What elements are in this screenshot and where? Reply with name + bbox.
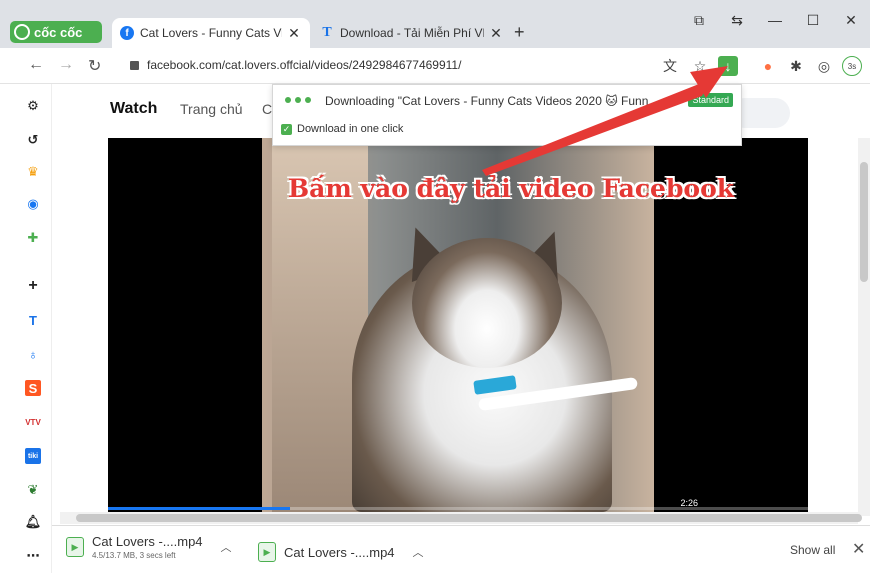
address-bar[interactable]: facebook.com/cat.lovers.offcial/videos/2…: [130, 58, 461, 72]
video-file-icon: ▶: [66, 537, 84, 557]
reload-button[interactable]: ↻: [88, 56, 101, 76]
address-toolbar: ← → ↻ facebook.com/cat.lovers.offcial/vi…: [0, 48, 870, 84]
horizontal-scrollbar[interactable]: [60, 512, 862, 524]
watch-title[interactable]: Watch: [110, 100, 157, 118]
home-link[interactable]: Trang chủ: [180, 101, 243, 117]
coccoc-logo-icon: [14, 24, 30, 40]
coccoc-menu-button[interactable]: cốc cốc: [10, 21, 102, 43]
cat-face: [412, 238, 562, 368]
download-site-icon: T: [322, 25, 332, 40]
vtv-icon[interactable]: VTV: [25, 414, 41, 430]
tab-cat-lovers[interactable]: f Cat Lovers - Funny Cats Vide ✕: [112, 18, 310, 48]
checkbox-icon: ✓: [281, 123, 292, 135]
one-click-checkbox[interactable]: ✓ Download in one click: [281, 123, 403, 135]
tiki-icon[interactable]: tiki: [25, 448, 41, 464]
video-file-icon: ▶: [258, 542, 276, 562]
extension-icon[interactable]: ●: [758, 56, 778, 76]
tab-close-icon[interactable]: ✕: [286, 25, 302, 42]
annotation-text: Bấm vào đây tải video Facebook: [288, 174, 735, 203]
lock-icon: [130, 60, 139, 70]
shopee-icon[interactable]: S: [25, 380, 41, 396]
video-progress-fill: [108, 507, 290, 510]
tab-download[interactable]: T Download - Tải Miễn Phí VN ✕: [312, 18, 512, 48]
location-icon[interactable]: ♁: [25, 346, 41, 362]
download-name: Cat Lovers -....mp4: [92, 534, 203, 549]
close-window-button[interactable]: ✕: [832, 12, 870, 29]
tab-label: Cat Lovers - Funny Cats Vide: [140, 26, 282, 40]
minimize-button[interactable]: —: [756, 12, 794, 29]
checkbox-label: Download in one click: [297, 123, 404, 135]
notification-bell-icon[interactable]: 🔔︎: [25, 514, 42, 530]
chevron-up-icon[interactable]: ︿: [221, 539, 232, 555]
new-tab-button[interactable]: +: [514, 22, 525, 43]
more-icon[interactable]: ⋯: [25, 548, 41, 564]
show-all-link[interactable]: Show all: [790, 543, 835, 557]
back-button[interactable]: ←: [28, 56, 44, 74]
download-shelf: ▶ Cat Lovers -....mp4 4.5/13.7 MB, 3 sec…: [52, 525, 870, 573]
download-progress-text: 4.5/13.7 MB, 3 secs left: [92, 551, 176, 560]
timer-icon[interactable]: 3s: [842, 56, 862, 76]
history-icon[interactable]: ↺: [25, 132, 41, 148]
brand-label: cốc cốc: [34, 24, 83, 40]
facebook-icon: f: [120, 26, 134, 40]
screenshot-icon[interactable]: ⧉: [680, 12, 718, 29]
translate-icon[interactable]: 文: [660, 56, 680, 76]
download-popup: Downloading "Cat Lovers - Funny Cats Vid…: [272, 84, 742, 146]
loading-dots-icon: [285, 97, 311, 103]
close-shelf-icon[interactable]: ✕: [852, 539, 865, 559]
add-sidebar-icon[interactable]: +: [25, 277, 41, 294]
tt-icon[interactable]: T: [25, 312, 41, 328]
tab-search-icon[interactable]: ⇆: [718, 12, 756, 29]
tab-close-icon[interactable]: ✕: [488, 25, 504, 42]
messenger-icon[interactable]: ◉: [25, 196, 41, 212]
browser-sidebar: ⚙ ↺ ♛ ◉ ✚ + T ♁ S VTV tiki ❦ 🔔︎ ⋯: [0, 84, 52, 573]
chevron-up-icon[interactable]: ︿: [413, 544, 424, 560]
video-progress-bar[interactable]: [108, 507, 808, 510]
settings-icon[interactable]: ⚙: [25, 98, 41, 114]
url-text: facebook.com/cat.lovers.offcial/videos/2…: [147, 58, 462, 72]
window-controls: ⧉ ⇆ — ☐ ✕: [680, 12, 870, 29]
download-name: Cat Lovers -....mp4: [284, 544, 395, 560]
bookmark-star-icon[interactable]: ☆: [690, 56, 710, 76]
download-item[interactable]: ▶ Cat Lovers -....mp4 4.5/13.7 MB, 3 sec…: [66, 534, 232, 560]
crown-icon[interactable]: ♛: [25, 164, 41, 180]
download-status: Downloading "Cat Lovers - Funny Cats Vid…: [325, 94, 649, 108]
leaf-icon[interactable]: ❦: [25, 482, 41, 498]
download-video-icon[interactable]: ↓: [718, 56, 738, 76]
gamepad-icon[interactable]: ✚: [25, 230, 41, 246]
vertical-scrollbar[interactable]: [858, 138, 870, 516]
tab-label: Download - Tải Miễn Phí VN: [340, 26, 484, 40]
maximize-button[interactable]: ☐: [794, 12, 832, 29]
puzzle-icon[interactable]: ✱: [786, 56, 806, 76]
nav-link-c[interactable]: C: [262, 101, 272, 117]
video-time: 2:26: [680, 498, 698, 508]
quality-badge[interactable]: Standard: [688, 93, 733, 107]
forward-button[interactable]: →: [58, 56, 74, 74]
title-bar: cốc cốc f Cat Lovers - Funny Cats Vide ✕…: [0, 0, 870, 48]
profile-icon[interactable]: ◎: [814, 56, 834, 76]
download-item[interactable]: ▶ Cat Lovers -....mp4 ︿: [258, 542, 424, 562]
